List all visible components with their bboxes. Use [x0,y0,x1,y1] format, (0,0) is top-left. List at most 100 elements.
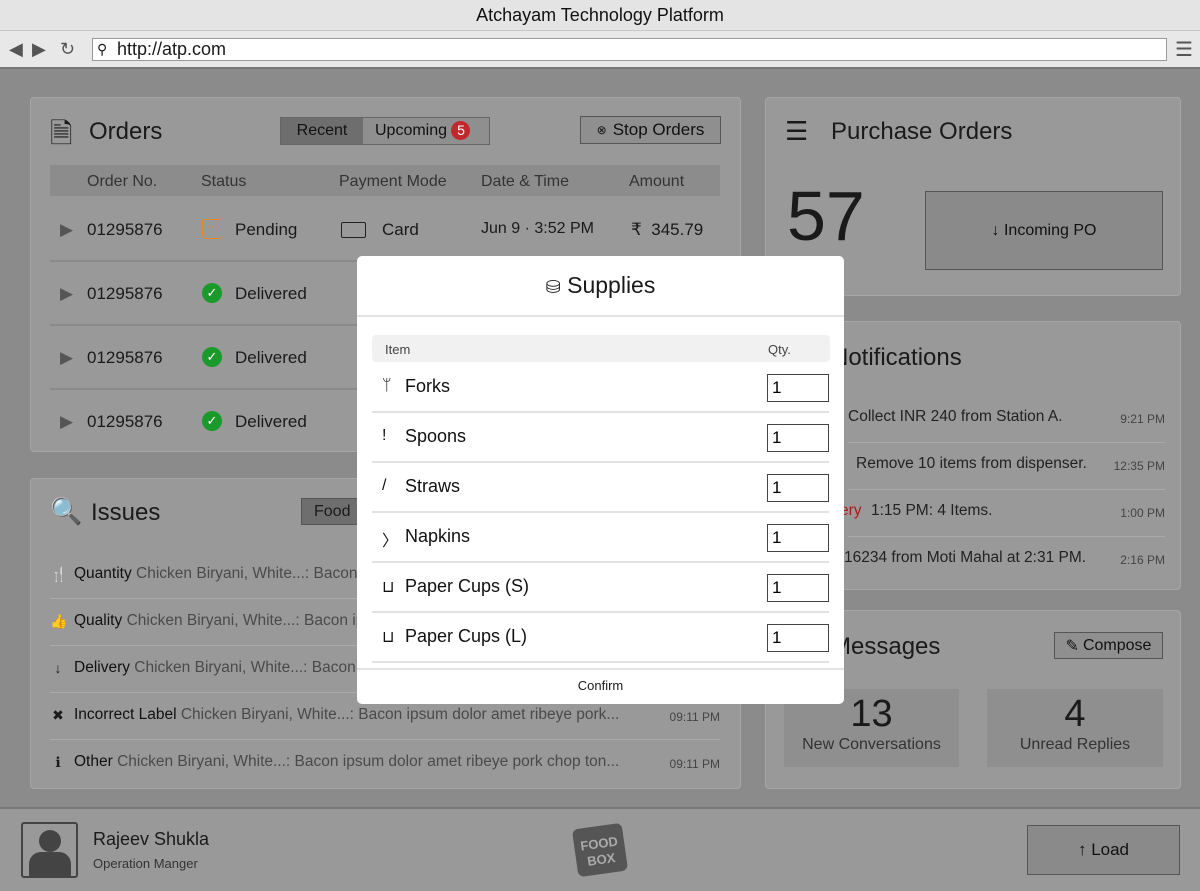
notification-item[interactable]: 16234 from Moti Mahal at 2:31 PM. 2:16 PM [844,537,1165,584]
orders-title: Orders [89,118,163,145]
orders-tabs: Recent Upcoming 5 [280,117,490,145]
straw-icon: / [382,477,387,494]
search-icon: ⚲ [97,41,108,57]
order-no: 01295876 [87,348,163,367]
notification-text: Remove 10 items from dispenser. [856,455,1087,472]
order-no: 01295876 [87,284,163,303]
x-icon: ✖ [52,707,64,723]
col-item: Item [385,342,411,357]
supply-name: Spoons [405,426,467,446]
tab-recent[interactable]: Recent [281,118,363,144]
back-icon[interactable]: ◀ [9,39,23,60]
expand-icon[interactable]: ▶ [60,412,73,432]
card-icon [341,222,366,238]
notification-text: 16234 from Moti Mahal at 2:31 PM. [844,549,1087,566]
expand-icon[interactable]: ▶ [60,220,73,240]
issue-desc: Chicken Biryani, White...: Bacon ipsum d… [180,706,620,723]
issue-label: Quantity [74,565,132,582]
thumbs-up-icon: 👍 [50,613,68,629]
reload-icon[interactable]: ↻ [60,39,75,60]
stat-label: New Conversations [802,736,941,753]
info-icon: ℹ [55,754,61,770]
issue-label: Incorrect Label [74,706,177,723]
spoon-icon: ǃ [382,427,387,444]
arrow-down-icon: ↓ [54,660,62,676]
incoming-po-button[interactable]: ↓ Incoming PO [925,191,1163,270]
issue-time: 09:11 PM [669,757,720,771]
stop-orders-label: Stop Orders [612,120,705,139]
foodbox-logo: FOOD BOX [571,822,629,878]
issue-search-icon: 🔍 [50,496,83,526]
supplies-table-header: Item Qty. [372,335,830,362]
notification-time: 2:16 PM [1120,553,1165,567]
notification-text: Collect INR 240 from Station A. [848,408,1063,425]
pencil-icon: ✎ [1065,637,1079,655]
supply-row: ⊔ Paper Cups (S) [372,563,829,613]
address-bar: ◀ ▶ ↻ ⚲ http://atp.com ☰ [0,31,1200,69]
issue-label: Quality [74,612,123,629]
order-status: Delivered [235,348,307,367]
fork-knife-icon: 🍴 [50,566,68,582]
compose-button[interactable]: ✎ Compose [1054,632,1163,659]
qty-input[interactable] [767,574,829,602]
supply-name: Paper Cups (S) [405,576,530,596]
col-qty: Qty. [768,342,791,357]
forward-icon[interactable]: ▶ [32,39,46,60]
stat-label: Unread Replies [1019,736,1131,753]
order-row[interactable]: ▶ 01295876 ··· Pending Card Jun 9 · 3:52… [50,198,720,262]
supply-name: Straws [405,476,461,496]
col-order-no: Order No. [87,173,158,190]
supply-row: / Straws [372,463,829,513]
user-role: Operation Manger [93,856,198,871]
order-status: Pending [235,220,298,239]
url-input[interactable]: ⚲ http://atp.com [92,38,1167,61]
pending-icon: ··· [202,219,222,239]
expand-icon[interactable]: ▶ [60,284,73,304]
avatar[interactable] [21,822,78,878]
notification-time: 1:00 PM [1120,506,1165,520]
menu-icon[interactable]: ☰ [1175,37,1193,62]
issue-item[interactable]: ℹ Other Chicken Biryani, White...: Bacon … [50,740,720,787]
tab-upcoming[interactable]: Upcoming 5 [363,118,489,144]
supply-row: ᛘ Forks [372,363,829,413]
notification-item[interactable]: Collect INR 240 from Station A. 9:21 PM [848,396,1165,443]
col-status: Status [201,173,247,190]
notification-item[interactable]: ery 1:15 PM: 4 Items. 1:00 PM [840,490,1165,537]
qty-input[interactable] [767,624,829,652]
order-datetime: Jun 9 · 3:52 PM [481,220,594,237]
modal-title: Supplies [567,272,656,298]
expand-icon[interactable]: ▶ [60,348,73,368]
orders-table-header: Order No. Status Payment Mode Date & Tim… [50,165,720,196]
stat-value: 4 [1064,693,1086,735]
payment-mode: Card [382,220,419,239]
paper-cup-icon: ⊔ [382,629,395,646]
load-button[interactable]: ↑ Load [1027,825,1180,875]
order-status: Delivered [235,284,307,303]
issue-time: 09:11 PM [669,710,720,724]
supply-name: Forks [405,376,450,396]
url-text: http://atp.com [117,39,227,59]
order-amount: ₹ 345.79 [631,220,704,239]
notification-item[interactable]: Remove 10 items from dispenser. 12:35 PM [848,443,1165,490]
notification-time: 12:35 PM [1113,459,1165,473]
paper-cup-icon: ⊔ [382,579,395,596]
window-title: Atchayam Technology Platform [0,0,1200,31]
compose-label: Compose [1082,636,1152,654]
confirm-button[interactable]: Confirm [357,668,844,704]
modal-header: ⛁ Supplies [357,256,844,317]
messages-title: Messages [831,633,941,660]
stop-orders-button[interactable]: ⊗ Stop Orders [580,116,721,144]
notification-time: 9:21 PM [1120,412,1165,426]
issues-title: Issues [91,499,161,526]
qty-input[interactable] [767,524,829,552]
qty-input[interactable] [767,424,829,452]
qty-input[interactable] [767,474,829,502]
close-circle-icon: ⊗ [596,123,607,137]
purchase-orders-title: Purchase Orders [831,118,1013,145]
qty-input[interactable] [767,374,829,402]
upcoming-badge: 5 [451,121,471,140]
notification-text: 1:15 PM: 4 Items. [871,502,993,519]
order-status: Delivered [235,412,307,431]
po-count: 57 [787,177,865,255]
unread-replies-stat[interactable]: 4 Unread Replies [987,689,1163,767]
